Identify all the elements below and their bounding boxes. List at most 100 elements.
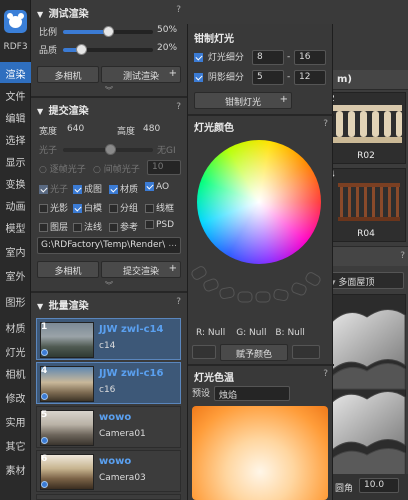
submit-render-header[interactable]: ▼ 提交渲染 ? — [31, 99, 187, 117]
checkbox[interactable] — [109, 204, 118, 213]
batch-item[interactable]: 6 wowo Camera03 — [36, 450, 181, 492]
sidebar-item-animation[interactable]: 动画 — [0, 194, 31, 215]
render-pass-option-1[interactable]: 法线 — [73, 220, 102, 233]
render-panel: ▼ 测试渲染 ? 比例 50% 品质 20% 多相机 测试渲染 + ︾ ▼ 提交… — [31, 0, 187, 500]
clamp-light-button[interactable]: 钳制灯光 + — [194, 92, 292, 109]
checkbox[interactable] — [73, 204, 82, 213]
plus-icon[interactable]: + — [280, 94, 288, 105]
sidebar-item-indoor[interactable]: 室内 — [0, 240, 31, 261]
sidebar-item-assets[interactable]: 素材 — [0, 458, 31, 479]
railing-card-r02[interactable]: 2 R02 — [326, 92, 406, 164]
batch-item-toggle[interactable] — [41, 393, 48, 400]
sidebar-item-transform[interactable]: 变换 — [0, 172, 31, 193]
checkbox[interactable] — [73, 185, 82, 194]
checkbox[interactable] — [145, 204, 154, 213]
expand-chevron-icon[interactable]: ︾ — [31, 280, 187, 291]
test-render-button[interactable]: 测试渲染 + — [101, 66, 181, 83]
light-subdiv-min-input[interactable]: 8 — [252, 50, 284, 65]
quality-slider[interactable] — [63, 44, 153, 55]
help-icon[interactable]: ? — [400, 251, 405, 261]
preset-dropdown[interactable]: 烛焰 — [214, 386, 290, 401]
height-label: 高度 — [117, 127, 136, 137]
checkbox[interactable] — [145, 220, 154, 229]
render-pass-option-2[interactable]: 参考 — [109, 220, 138, 233]
sidebar-item-file[interactable]: 文件 — [0, 84, 31, 105]
checkbox[interactable] — [39, 204, 48, 213]
batch-item-camera: Camera03 — [99, 473, 146, 483]
test-render-header[interactable]: ▼ 测试渲染 ? — [31, 2, 187, 20]
sidebar-item-render[interactable]: 渲染 — [0, 62, 31, 83]
sidebar-item-other[interactable]: 其它 — [0, 434, 31, 455]
ratio-slider-knob[interactable] — [103, 26, 114, 37]
checkbox[interactable] — [145, 182, 154, 191]
photon-slider-knob[interactable] — [105, 144, 116, 155]
sidebar-item-display[interactable]: 显示 — [0, 150, 31, 171]
multi-camera-button-2[interactable]: 多相机 — [37, 261, 99, 278]
assign-color-button[interactable]: 赋予颜色 — [220, 344, 288, 361]
render-pass-option-3[interactable]: 线框 — [145, 201, 174, 214]
sidebar-item-outdoor[interactable]: 室外 — [0, 264, 31, 285]
render-pass-option-3[interactable]: AO — [145, 182, 169, 192]
plus-icon[interactable]: + — [169, 68, 177, 79]
light-subdiv-checkbox[interactable] — [194, 53, 203, 62]
sidebar-item-utility[interactable]: 实用 — [0, 410, 31, 431]
roof-type-dropdown[interactable]: ▾ 多面屋顶 — [326, 272, 404, 289]
render-pass-option-1[interactable]: 白模 — [73, 201, 102, 214]
batch-item-toggle[interactable] — [41, 349, 48, 356]
render-pass-option-2[interactable]: 材质 — [109, 182, 138, 195]
width-value[interactable]: 640 — [67, 124, 84, 134]
help-icon[interactable]: ? — [176, 102, 181, 112]
render-pass-option-0[interactable]: 光子 — [39, 182, 68, 195]
bake-photon-radio[interactable]: ○ 逐帧光子 — [39, 162, 86, 175]
batch-item-title: wowo — [99, 456, 132, 467]
shadow-subdiv-max-input[interactable]: 12 — [294, 70, 326, 85]
light-subdiv-max-input[interactable]: 16 — [294, 50, 326, 65]
render-pass-option-2[interactable]: 分组 — [109, 201, 138, 214]
render-pass-option-3[interactable]: PSD — [145, 220, 174, 230]
sidebar-item-select[interactable]: 选择 — [0, 128, 31, 149]
submit-render-button-label: 提交渲染 — [122, 267, 159, 277]
interval-photon-radio[interactable]: ○ 间帧光子 — [93, 162, 140, 175]
sidebar-item-edit[interactable]: 编辑 — [0, 106, 31, 127]
checkbox[interactable] — [39, 185, 48, 194]
render-pass-option-1[interactable]: 成图 — [73, 182, 102, 195]
batch-render-header[interactable]: ▼ 批量渲染 ? — [31, 294, 187, 312]
render-pass-option-0[interactable]: 光影 — [39, 201, 68, 214]
batch-item-toggle[interactable] — [41, 481, 48, 488]
sidebar-item-model[interactable]: 模型 — [0, 216, 31, 237]
plus-icon[interactable]: + — [169, 263, 177, 274]
height-value[interactable]: 480 — [143, 124, 160, 134]
corner-input[interactable]: 10.0 — [359, 478, 399, 493]
batch-item-toggle[interactable] — [41, 437, 48, 444]
interval-input[interactable]: 10 — [147, 160, 181, 175]
browse-button[interactable]: ... — [168, 239, 177, 249]
output-path-field[interactable]: G:\RDFactory\Temp\Render\ ... — [37, 237, 181, 254]
photon-slider[interactable] — [63, 144, 153, 155]
shadow-subdiv-checkbox[interactable] — [194, 73, 203, 82]
expand-chevron-icon[interactable]: ︾ — [31, 85, 187, 96]
help-icon[interactable]: ? — [176, 297, 181, 307]
batch-item[interactable]: 1 JJW zwl-c14 c14 — [36, 318, 181, 360]
batch-item[interactable]: 5 wowo Camera01 — [36, 406, 181, 448]
sidebar-item-light[interactable]: 灯光 — [0, 340, 31, 361]
checkbox[interactable] — [73, 223, 82, 232]
help-icon[interactable]: ? — [323, 119, 328, 129]
ratio-slider[interactable] — [63, 26, 153, 37]
checkbox[interactable] — [39, 223, 48, 232]
railing-card-r04[interactable]: 4 R04 — [326, 168, 406, 242]
sidebar-item-material[interactable]: 材质 — [0, 316, 31, 337]
submit-render-button[interactable]: 提交渲染 + — [101, 261, 181, 278]
batch-item[interactable]: 4 JJW zwl-c16 c16 — [36, 362, 181, 404]
shadow-subdiv-min-input[interactable]: 5 — [252, 70, 284, 85]
sidebar-item-shape[interactable]: 图形 — [0, 290, 31, 311]
sidebar-item-camera[interactable]: 相机 — [0, 362, 31, 383]
help-icon[interactable]: ? — [176, 5, 181, 15]
render-pass-option-0[interactable]: 图层 — [39, 220, 68, 233]
multi-camera-button[interactable]: 多相机 — [37, 66, 99, 83]
sidebar-item-modify[interactable]: 修改 — [0, 386, 31, 407]
checkbox[interactable] — [109, 185, 118, 194]
help-icon[interactable]: ? — [323, 369, 328, 379]
checkbox[interactable] — [109, 223, 118, 232]
quality-slider-knob[interactable] — [76, 44, 87, 55]
test-render-button-label: 测试渲染 — [122, 72, 159, 82]
